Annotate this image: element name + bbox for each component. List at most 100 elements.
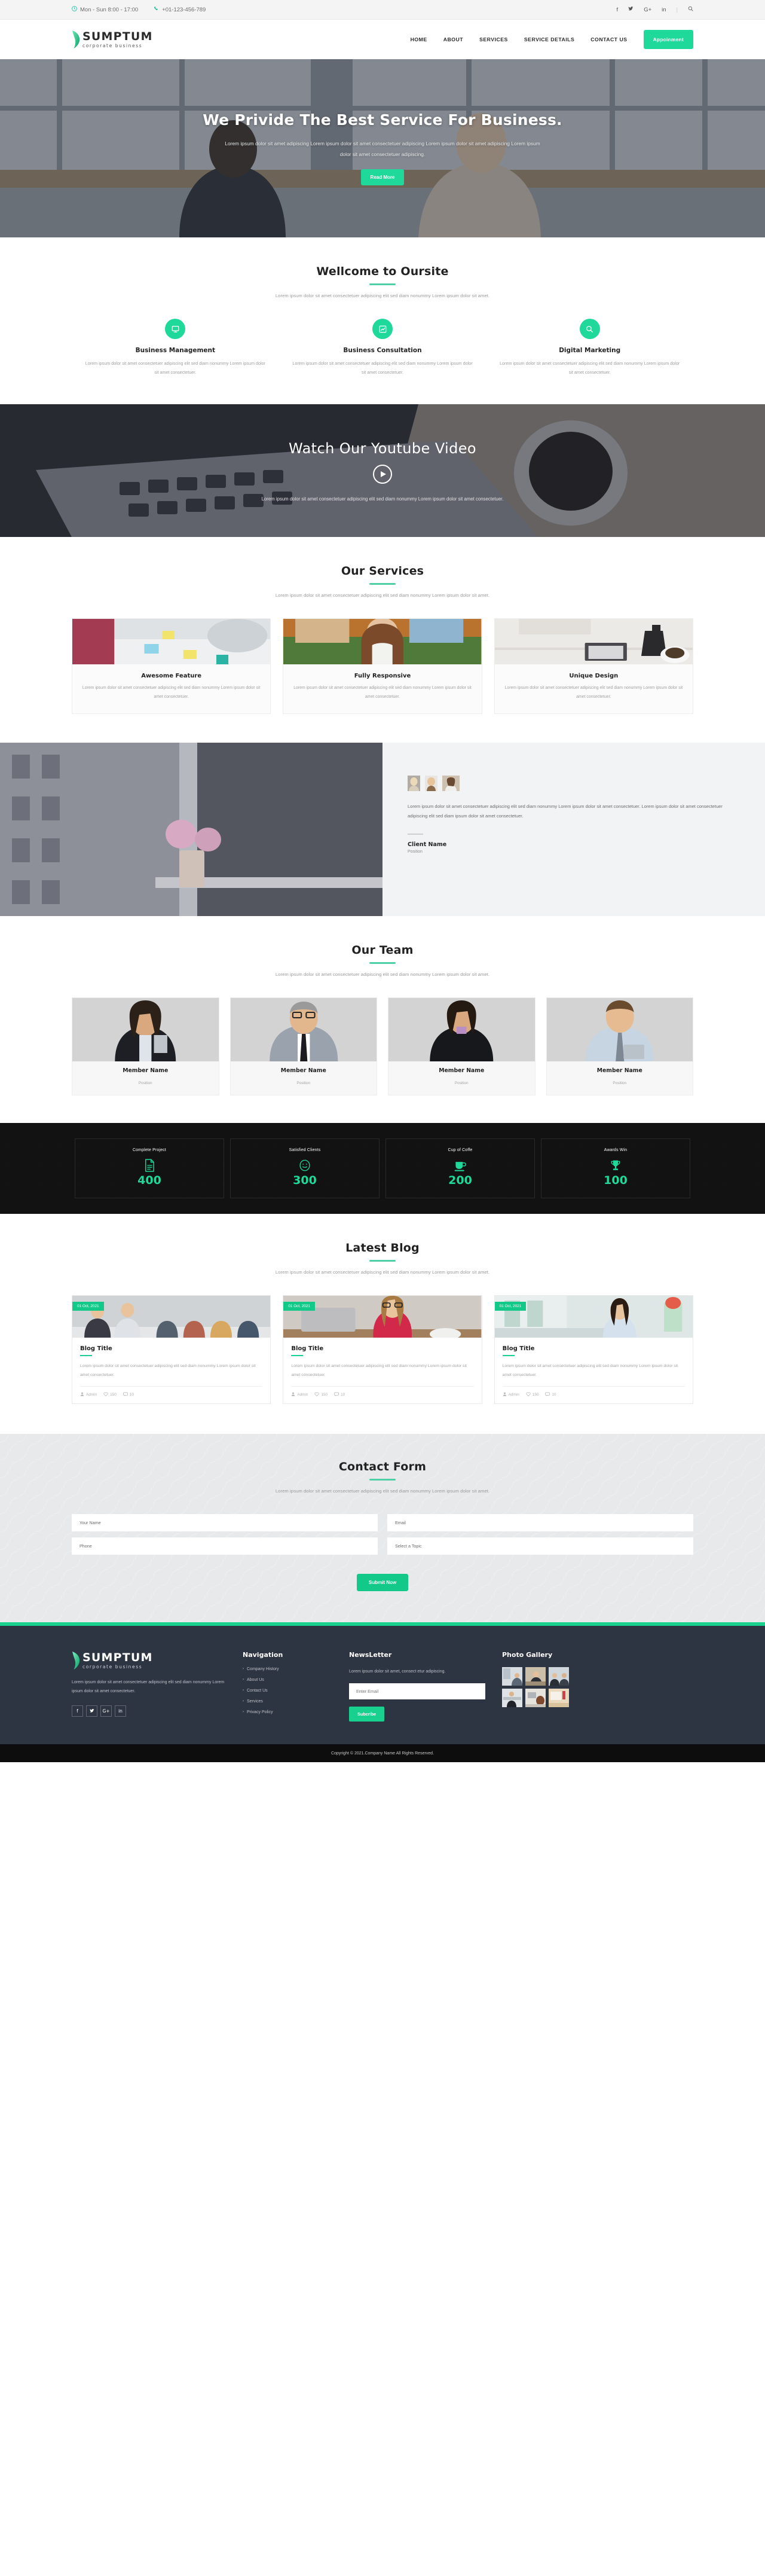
counter-value: 200: [448, 1174, 472, 1188]
newsletter-email-input[interactable]: [349, 1683, 485, 1700]
feature-card-business-consultation[interactable]: Business Consultation Lorem ipsum dolor …: [279, 319, 486, 377]
blog-post-card[interactable]: 01 Oct, 2021 Blog Title Lorem ipsum dolo…: [494, 1295, 693, 1404]
twitter-icon[interactable]: [86, 1705, 97, 1717]
phone-info[interactable]: +01-123-456-789: [154, 6, 206, 13]
appointment-button[interactable]: Appoinment: [643, 30, 693, 49]
subscribe-button[interactable]: Subcribe: [349, 1707, 385, 1722]
team-member-card[interactable]: Member Name Position: [72, 997, 219, 1096]
facebook-icon[interactable]: f: [617, 7, 619, 13]
nav-item-about[interactable]: ABOUT: [443, 36, 463, 42]
read-more-button[interactable]: Read More: [360, 169, 405, 185]
title-underline: [80, 1355, 92, 1357]
service-title: Unique Design: [569, 673, 619, 680]
google-plus-icon[interactable]: G+: [100, 1705, 112, 1717]
feature-title: Business Consultation: [343, 347, 422, 354]
testimonial-avatars: [408, 776, 730, 792]
contact-form: Submit Now: [72, 1513, 693, 1591]
counter-list: Complete Project 400 Satisfied Clients 3…: [72, 1139, 693, 1199]
facebook-icon[interactable]: f: [72, 1705, 83, 1717]
counter-item-awards-win: Awards Win 100: [541, 1139, 690, 1199]
chevron-right-icon: ›: [243, 1678, 244, 1682]
gallery-thumb[interactable]: [549, 1667, 569, 1686]
search-icon[interactable]: [688, 6, 693, 13]
service-image: [72, 619, 271, 665]
gallery-thumb[interactable]: [502, 1688, 522, 1707]
nav-item-service-details[interactable]: SERVICE DETAILS: [524, 36, 574, 42]
gallery-thumb[interactable]: [525, 1667, 546, 1686]
team-member-position: Position: [138, 1081, 152, 1086]
footer-nav-item[interactable]: › Company History: [243, 1667, 332, 1671]
footer-logo[interactable]: SUMPTUM corporate business: [72, 1651, 226, 1670]
service-card-fully-responsive[interactable]: Fully Responsive Lorem ipsum dolor sit a…: [283, 618, 482, 715]
nav-item-home[interactable]: HOME: [411, 36, 427, 42]
team-member-position: Position: [454, 1081, 469, 1086]
blog-post-author-name: Admin: [86, 1392, 97, 1397]
team-member-name: Member Name: [280, 1067, 326, 1075]
counter-item-complete-project: Complete Project 400: [75, 1139, 224, 1199]
comment-icon: [334, 1392, 339, 1397]
blog-post-author-name: Admin: [297, 1392, 308, 1397]
footer-nav-item[interactable]: › About Us: [243, 1678, 332, 1682]
footer-nav-item[interactable]: › Services: [243, 1699, 332, 1704]
smiley-icon: [231, 1159, 379, 1172]
play-icon[interactable]: [373, 464, 392, 484]
avatar[interactable]: [425, 776, 437, 792]
site-logo[interactable]: SUMPTUM corporate business: [72, 30, 153, 49]
topic-field-wrapper: [387, 1537, 693, 1555]
footer-newsletter-title: NewsLetter: [349, 1650, 392, 1659]
blog-post-card[interactable]: 01 Oct, 2021 Blog Title Lorem ipsum dolo…: [72, 1295, 271, 1404]
team-member-photo: [230, 998, 377, 1062]
footer-nav-item[interactable]: › Privacy Policy: [243, 1710, 332, 1714]
gallery-thumb[interactable]: [549, 1688, 569, 1707]
blog-post-date: 01 Oct, 2021: [283, 1302, 315, 1311]
logo-tagline: corporate business: [82, 42, 143, 48]
welcome-subtitle: Lorem ipsum dolor sit amet consectetuer …: [275, 293, 490, 298]
service-card-unique-design[interactable]: Unique Design Lorem ipsum dolor sit amet…: [494, 618, 693, 715]
counter-label: Cup of Coffe: [448, 1148, 473, 1153]
services-section-head: Our Services Lorem ipsum dolor sit amet …: [72, 564, 693, 598]
phone-input[interactable]: [72, 1537, 378, 1555]
nav-item-contact-us[interactable]: CONTACT US: [590, 36, 627, 42]
business-hours-text: Mon - Sun 8:00 - 17:00: [80, 6, 139, 13]
service-title: Awesome Feature: [141, 673, 202, 680]
google-plus-icon[interactable]: G+: [644, 7, 651, 13]
user-icon: [80, 1392, 84, 1397]
comment-icon: [123, 1392, 128, 1397]
logo-leaf-icon: [72, 1651, 81, 1670]
blog-post-card[interactable]: 01 Oct, 2021 Blog Title Lorem ipsum dolo…: [283, 1295, 482, 1404]
blog-post-comments: 10: [334, 1392, 345, 1397]
team-member-card[interactable]: Member Name Position: [388, 997, 536, 1096]
contact-section-head: Contact Form Lorem ipsum dolor sit amet …: [72, 1460, 693, 1494]
title-underline: [369, 1260, 396, 1262]
email-input[interactable]: [387, 1513, 693, 1531]
blog-post-author: Admin: [291, 1392, 308, 1397]
avatar[interactable]: [442, 776, 460, 792]
footer-nav-label: Privacy Policy: [247, 1710, 273, 1714]
services-card-list: Awesome Feature Lorem ipsum dolor sit am…: [72, 618, 693, 715]
service-card-awesome-feature[interactable]: Awesome Feature Lorem ipsum dolor sit am…: [72, 618, 271, 715]
nav-item-services[interactable]: SERVICES: [479, 36, 508, 42]
hero-paragraph: Lorem ipsum dolor sit amet adipiscing Lo…: [225, 141, 540, 157]
feature-card-digital-marketing[interactable]: Digital Marketing Lorem ipsum dolor sit …: [486, 319, 693, 377]
name-input[interactable]: [72, 1513, 378, 1531]
topic-select[interactable]: [387, 1537, 693, 1555]
blog-post-meta: Admin 150 10: [291, 1385, 474, 1403]
linkedin-icon[interactable]: in: [662, 7, 666, 13]
twitter-icon[interactable]: [628, 6, 634, 13]
submit-button[interactable]: Submit Now: [356, 1573, 409, 1591]
footer-gallery-column: Photo Gallery: [502, 1651, 693, 1722]
feature-list: Business Management Lorem ipsum dolor si…: [72, 319, 693, 377]
blog-post-author-name: Admin: [508, 1392, 519, 1397]
team-member-card[interactable]: Member Name Position: [230, 997, 377, 1096]
feature-card-business-management[interactable]: Business Management Lorem ipsum dolor si…: [72, 319, 279, 377]
team-member-card[interactable]: Member Name Position: [546, 997, 693, 1096]
counter-label: Complete Project: [132, 1148, 167, 1153]
blog-post-like-count: 150: [110, 1392, 117, 1397]
footer-nav-item[interactable]: › Contact Us: [243, 1689, 332, 1693]
gallery-thumb[interactable]: [502, 1667, 522, 1686]
linkedin-icon[interactable]: in: [115, 1705, 126, 1717]
blog-section-head: Latest Blog Lorem ipsum dolor sit amet c…: [72, 1241, 693, 1275]
site-footer: SUMPTUM corporate business Lorem ipsum d…: [0, 1625, 765, 1745]
gallery-thumb[interactable]: [525, 1688, 546, 1707]
avatar[interactable]: [408, 776, 420, 792]
